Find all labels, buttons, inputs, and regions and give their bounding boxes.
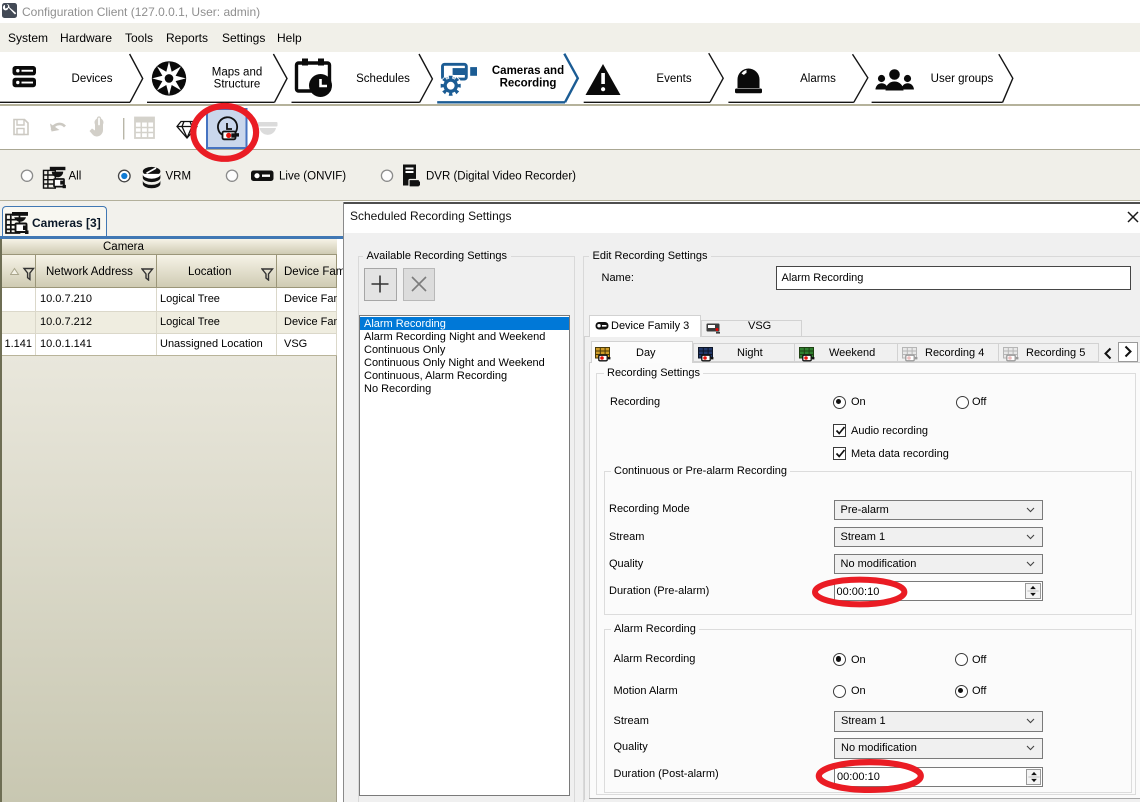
svg-text:Maps and: Maps and [212, 67, 263, 79]
svg-text:Schedules: Schedules [356, 73, 410, 85]
svg-text:Devices: Devices [72, 73, 113, 85]
svg-text:All: All [69, 171, 82, 183]
svg-text:DVR (Digital Video Recorder): DVR (Digital Video Recorder) [426, 171, 576, 183]
svg-text:Cameras and: Cameras and [492, 65, 564, 77]
svg-text:Structure: Structure [214, 79, 261, 91]
svg-text:VRM: VRM [166, 171, 192, 183]
svg-text:User groups: User groups [931, 73, 994, 85]
svg-text:Alarms: Alarms [800, 73, 836, 85]
svg-text:Live (ONVIF): Live (ONVIF) [279, 171, 346, 183]
svg-text:Recording: Recording [500, 78, 557, 90]
svg-text:Events: Events [656, 73, 691, 85]
